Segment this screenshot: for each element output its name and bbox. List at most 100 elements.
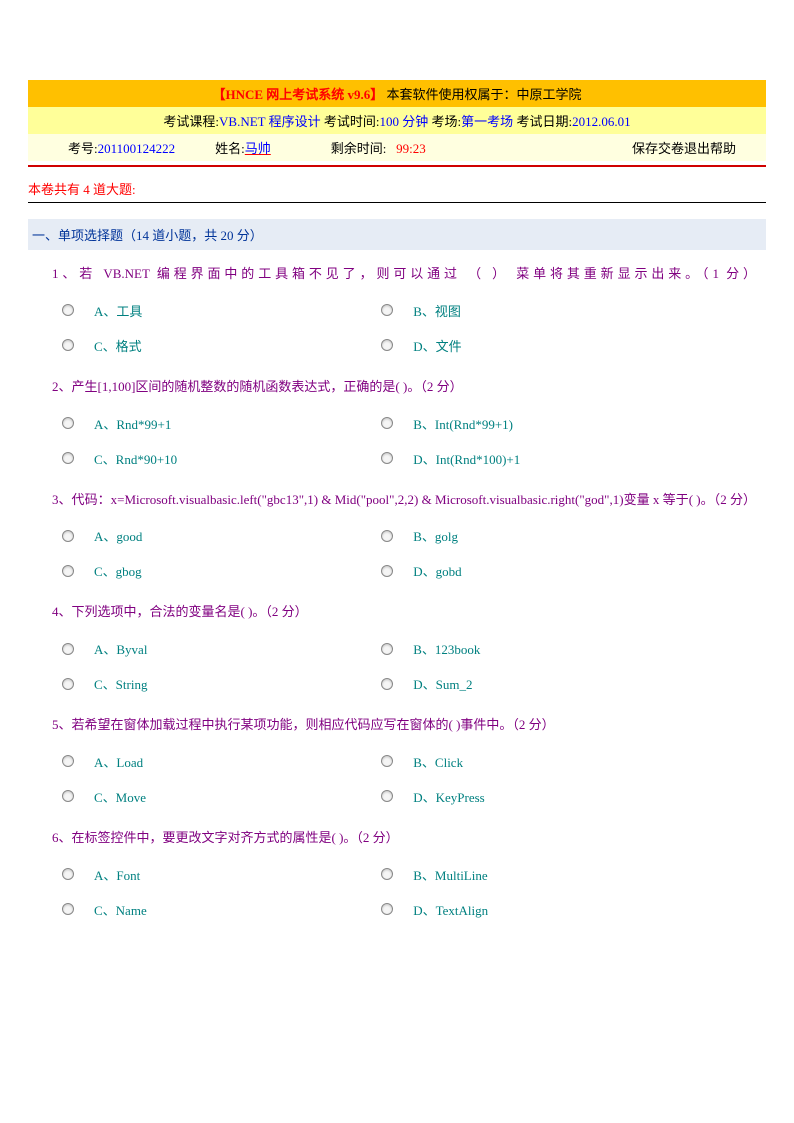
- option[interactable]: D、Sum_2: [381, 666, 700, 701]
- option[interactable]: B、golg: [381, 518, 700, 553]
- option[interactable]: B、MultiLine: [381, 857, 700, 892]
- date-label: 考试日期:: [513, 114, 572, 129]
- option[interactable]: C、gbog: [62, 553, 381, 588]
- radio-icon[interactable]: [62, 452, 74, 464]
- exam-page: 【HNCE 网上考试系统 v9.6】 本套软件使用权属于：中原工学院 考试课程:…: [0, 0, 794, 957]
- option[interactable]: D、Int(Rnd*100)+1: [381, 441, 700, 476]
- option-label: B、MultiLine: [413, 865, 487, 884]
- option[interactable]: C、Rnd*90+10: [62, 441, 381, 476]
- option-label: D、文件: [413, 336, 461, 355]
- option[interactable]: B、123book: [381, 631, 700, 666]
- radio-icon[interactable]: [381, 452, 393, 464]
- time-label: 考试时间:: [321, 114, 380, 129]
- date-value: 2012.06.01: [572, 114, 631, 129]
- room-value: 第一考场: [461, 114, 513, 129]
- option[interactable]: A、工具: [62, 293, 381, 328]
- header-bar-2: 考试课程:VB.NET 程序设计 考试时间:100 分钟 考场:第一考场 考试日…: [28, 107, 766, 134]
- option[interactable]: A、Load: [62, 744, 381, 779]
- radio-icon[interactable]: [62, 304, 74, 316]
- owner-label: 本套软件使用权属于：: [383, 87, 516, 102]
- option[interactable]: A、good: [62, 518, 381, 553]
- question-text: 4、下列选项中，合法的变量名是( )。（2 分）: [28, 598, 766, 631]
- option[interactable]: D、文件: [381, 328, 700, 363]
- option-label: D、Int(Rnd*100)+1: [413, 449, 520, 468]
- option-label: A、工具: [94, 301, 142, 320]
- question-text: 1、若 VB.NET 编程界面中的工具箱不见了，则可以通过 （ ） 菜单将其重新…: [28, 260, 766, 293]
- questions-container: 1、若 VB.NET 编程界面中的工具箱不见了，则可以通过 （ ） 菜单将其重新…: [28, 260, 766, 937]
- option-label: B、Click: [413, 752, 463, 771]
- time-value: 100 分钟: [380, 114, 429, 129]
- options-group: A、工具 B、视图 C、格式 D、文件: [28, 293, 766, 373]
- option[interactable]: B、Click: [381, 744, 700, 779]
- radio-icon[interactable]: [62, 903, 74, 915]
- remain-label: 剩余时间:: [331, 141, 387, 156]
- radio-icon[interactable]: [62, 790, 74, 802]
- radio-icon[interactable]: [62, 643, 74, 655]
- radio-icon[interactable]: [381, 643, 393, 655]
- option[interactable]: D、TextAlign: [381, 892, 700, 927]
- radio-icon[interactable]: [62, 339, 74, 351]
- option[interactable]: A、Rnd*99+1: [62, 406, 381, 441]
- option[interactable]: A、Byval: [62, 631, 381, 666]
- radio-icon[interactable]: [381, 339, 393, 351]
- name-label: 姓名:: [215, 141, 245, 156]
- option[interactable]: B、Int(Rnd*99+1): [381, 406, 700, 441]
- question-text: 3、代码：x=Microsoft.visualbasic.left("gbc13…: [28, 486, 766, 519]
- radio-icon[interactable]: [62, 565, 74, 577]
- black-divider: [28, 202, 766, 203]
- question-text: 5、若希望在窗体加载过程中执行某项功能，则相应代码应写在窗体的( )事件中。（2…: [28, 711, 766, 744]
- option-label: D、Sum_2: [413, 674, 472, 693]
- action-links[interactable]: 保存交卷退出帮助: [632, 141, 736, 156]
- option[interactable]: C、String: [62, 666, 381, 701]
- option-label: A、Load: [94, 752, 143, 771]
- radio-icon[interactable]: [381, 755, 393, 767]
- paper-summary: 本卷共有 4 道大题:: [28, 179, 766, 198]
- options-group: A、Font B、MultiLine C、NameD、TextAlign: [28, 857, 766, 937]
- radio-icon[interactable]: [381, 565, 393, 577]
- id-value: 201100124222: [98, 141, 176, 156]
- option-label: C、Move: [94, 787, 146, 806]
- course-value: VB.NET 程序设计: [219, 114, 321, 129]
- option-label: B、Int(Rnd*99+1): [413, 414, 513, 433]
- option[interactable]: C、Move: [62, 779, 381, 814]
- room-label: 考场:: [428, 114, 461, 129]
- radio-icon[interactable]: [62, 417, 74, 429]
- radio-icon[interactable]: [381, 790, 393, 802]
- radio-icon[interactable]: [62, 755, 74, 767]
- name-value: 马帅: [245, 141, 271, 156]
- radio-icon[interactable]: [381, 417, 393, 429]
- remain-value: 99:23: [396, 141, 426, 156]
- option[interactable]: D、KeyPress: [381, 779, 700, 814]
- radio-icon[interactable]: [381, 903, 393, 915]
- option-label: C、gbog: [94, 561, 142, 580]
- system-name: 【HNCE 网上考试系统 v9.6】: [212, 87, 383, 102]
- options-group: A、good B、golg C、gbog D、gobd: [28, 518, 766, 598]
- options-group: A、Load B、Click C、Move D、KeyPress: [28, 744, 766, 824]
- radio-icon[interactable]: [381, 868, 393, 880]
- options-group: A、Rnd*99+1 B、Int(Rnd*99+1) C、Rnd*90+10 D、In…: [28, 406, 766, 486]
- radio-icon[interactable]: [381, 304, 393, 316]
- radio-icon[interactable]: [381, 530, 393, 542]
- radio-icon[interactable]: [62, 678, 74, 690]
- option[interactable]: B、视图: [381, 293, 700, 328]
- section-header: 一、单项选择题（14 道小题，共 20 分）: [28, 219, 766, 250]
- option-label: A、Byval: [94, 639, 147, 658]
- option-label: A、good: [94, 526, 142, 545]
- option[interactable]: D、gobd: [381, 553, 700, 588]
- option-label: C、String: [94, 674, 147, 693]
- radio-icon[interactable]: [62, 868, 74, 880]
- owner-value: 中原工学院: [517, 87, 582, 102]
- option[interactable]: C、Name: [62, 892, 381, 927]
- options-group: A、Byval B、123book C、String D、Sum_2: [28, 631, 766, 711]
- question-text: 6、在标签控件中，要更改文字对齐方式的属性是( )。（2 分）: [28, 824, 766, 857]
- red-divider: [28, 165, 766, 167]
- radio-icon[interactable]: [381, 678, 393, 690]
- option-label: C、Rnd*90+10: [94, 449, 177, 468]
- option[interactable]: C、格式: [62, 328, 381, 363]
- question-text: 2、产生[1,100]区间的随机整数的随机函数表达式，正确的是( )。（2 分）: [28, 373, 766, 406]
- option-label: B、123book: [413, 639, 480, 658]
- radio-icon[interactable]: [62, 530, 74, 542]
- header-bar-1: 【HNCE 网上考试系统 v9.6】 本套软件使用权属于：中原工学院: [28, 80, 766, 107]
- option-label: B、视图: [413, 301, 461, 320]
- option[interactable]: A、Font: [62, 857, 381, 892]
